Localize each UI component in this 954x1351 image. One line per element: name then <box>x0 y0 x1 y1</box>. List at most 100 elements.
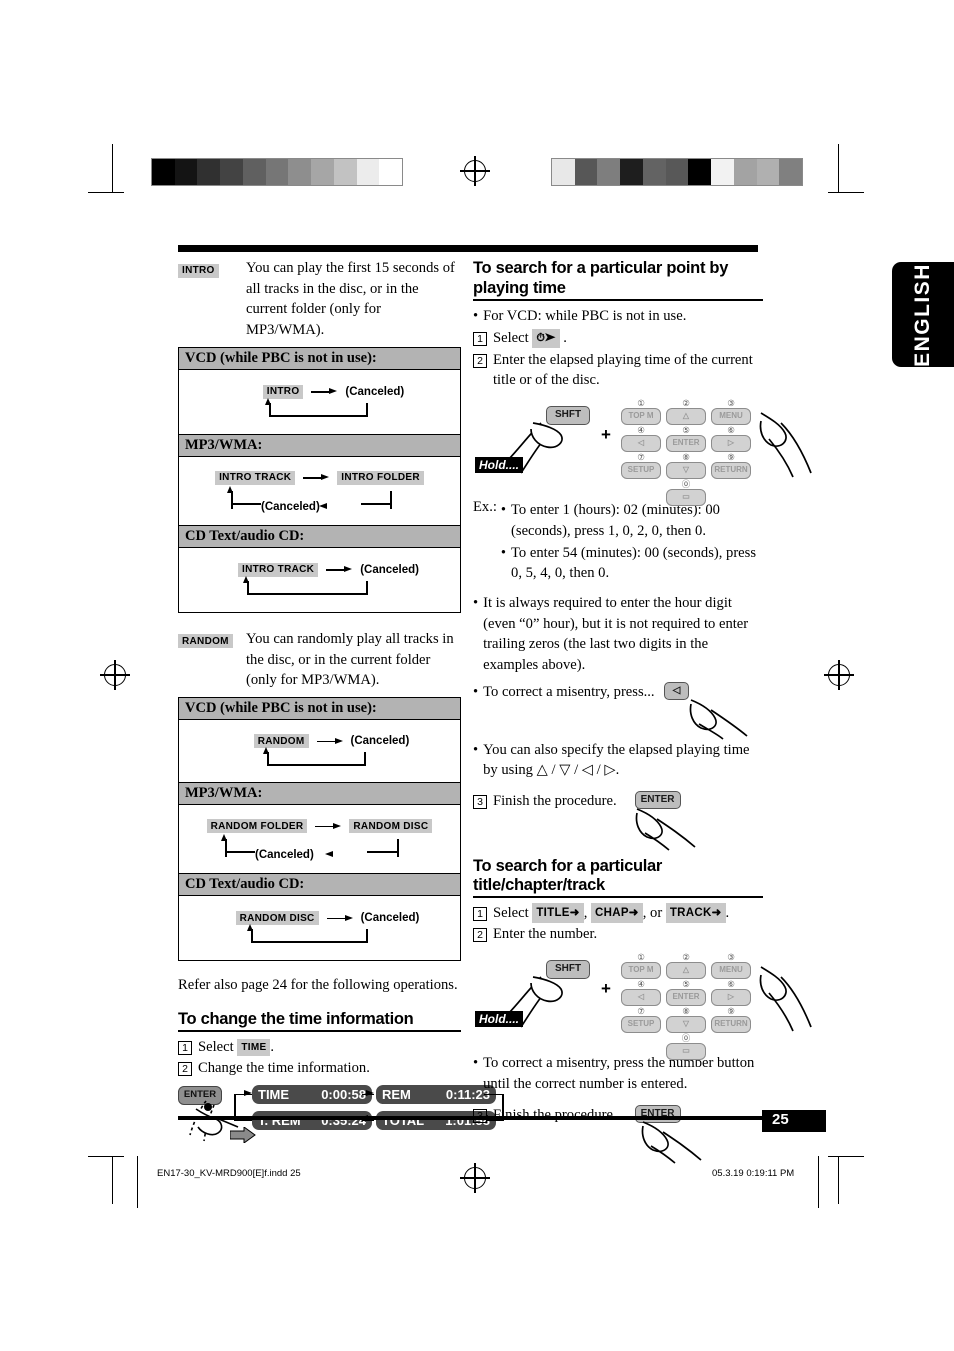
footer-rule-left <box>137 1156 139 1208</box>
keypad-key-6[interactable]: ⑥ ▷ <box>711 426 751 453</box>
step-text: Select ⏱➤ . <box>493 328 567 349</box>
search-by-time-heading: To search for a particular point by play… <box>473 258 763 302</box>
step-text: Finish the procedure. <box>493 1106 617 1123</box>
color-swatch <box>779 159 803 185</box>
keypad-key-9[interactable]: ⑨ RETURN <box>711 1007 751 1034</box>
keypad-key-1[interactable]: ① TOP M <box>621 953 661 980</box>
key-number: ⑨ <box>727 452 735 463</box>
key-number: ⑧ <box>682 452 690 463</box>
right-column: To search for a particular point by play… <box>473 258 812 1166</box>
step-text: Select TIME. <box>198 1037 274 1058</box>
color-swatch <box>356 159 380 185</box>
footer-rule <box>178 1116 826 1120</box>
keypad-row: ① TOP M ② △ ③ MENU <box>621 398 751 426</box>
time-info-step-1: 1 Select TIME. <box>178 1037 461 1058</box>
page-number: 25 <box>772 1111 789 1128</box>
key-number: ④ <box>637 425 645 436</box>
intro-row-header-cdtext: CD Text/audio CD: <box>178 524 461 548</box>
vcd-note-text: For VCD: while PBC is not in use. <box>483 308 687 325</box>
example-block: Ex.: • To enter 1 (hours): 02 (minutes):… <box>473 499 763 585</box>
key-label: RETURN <box>711 1016 751 1034</box>
hand-pointer-icon <box>759 966 812 1032</box>
vcd-note: • For VCD: while PBC is not in use. <box>473 306 763 327</box>
key-number: ⑥ <box>727 979 735 990</box>
color-swatch <box>756 159 780 185</box>
step-number: 2 <box>473 928 487 943</box>
step-text: Enter the elapsed playing time of the cu… <box>493 351 753 389</box>
keypad-key-5[interactable]: ⑤ ENTER <box>666 980 706 1007</box>
keypad-key-6[interactable]: ⑥ ▷ <box>711 979 751 1007</box>
keypad-key-7[interactable]: ⑦ SETUP <box>621 453 661 480</box>
arrow-right-icon <box>315 821 342 831</box>
key-label: TOP M <box>621 962 661 980</box>
color-swatch <box>379 159 403 185</box>
random-flow-mp3: RANDOM FOLDER RANDOM DISC (Canceled) <box>179 805 461 874</box>
intro-flow-mp3: INTRO TRACK INTRO FOLDER (Canceled) <box>179 456 461 525</box>
step-period: . <box>725 904 730 921</box>
keypad-key-9[interactable]: ⑨ RETURN <box>711 452 751 480</box>
key-label: ▭ <box>666 489 706 507</box>
flow-node: INTRO TRACK <box>238 562 319 577</box>
keypad-key-2[interactable]: ② △ <box>666 399 706 426</box>
flow-canceled: (Canceled) <box>255 849 314 862</box>
arrow-right-icon <box>316 736 343 746</box>
registration-mark-right <box>824 660 854 690</box>
flow-canceled: (Canceled) <box>360 563 419 576</box>
loop-back-line <box>185 924 454 944</box>
time-display-value: 0:00:58 <box>321 1087 366 1103</box>
key-label: ◁ <box>621 435 661 453</box>
example-label: Ex.: <box>473 499 497 516</box>
footer-timestamp: 05.3.19 0:19:11 PM <box>712 1168 795 1179</box>
key-number: ⓪ <box>681 1033 691 1044</box>
color-swatch <box>333 159 357 185</box>
chap-badge: CHAP➜ <box>591 902 643 924</box>
step-number: 3 <box>473 795 487 810</box>
keypad-row: ④ ◁ ⑤ ENTER ⑥ ▷ <box>621 425 751 453</box>
loop-back-line <box>185 397 454 417</box>
random-row-header-cdtext: CD Text/audio CD: <box>178 873 461 897</box>
footer-rule-right <box>818 1156 820 1208</box>
time-badge: TIME <box>237 1039 271 1057</box>
random-badge-wrap: RANDOM <box>178 629 236 650</box>
key-number: ⑧ <box>682 1006 690 1017</box>
color-swatch <box>597 159 621 185</box>
keypad-key-0[interactable]: ⓪ ▭ <box>666 480 706 507</box>
intro-flow-vcd: INTRO (Canceled) <box>179 369 461 434</box>
key-number: ① <box>637 398 645 409</box>
step-text-label: Select <box>198 1038 234 1055</box>
left-arrow-key[interactable]: ◁ <box>663 681 690 701</box>
manual-page: ENGLISH INTRO You can play the first 15 … <box>0 0 954 1351</box>
color-swatch <box>311 159 334 185</box>
color-swatch <box>620 159 643 185</box>
keypad-key-0[interactable]: ⓪ ▭ <box>666 1033 706 1061</box>
left-column: INTRO You can play the first 15 seconds … <box>178 258 504 1147</box>
intro-badge: INTRO <box>178 263 219 278</box>
crop-mark-bl-h <box>88 1156 124 1158</box>
bullet-dot: • <box>473 741 479 758</box>
keypad-key-4[interactable]: ④ ◁ <box>621 425 661 453</box>
example-item: • To enter 54 (minutes): 00 (seconds), p… <box>501 543 763 584</box>
key-label: ▽ <box>666 462 706 480</box>
keypad-key-7[interactable]: ⑦ SETUP <box>621 1007 661 1034</box>
keypad-key-4[interactable]: ④ ◁ <box>621 980 661 1007</box>
key-label: △ <box>666 962 706 980</box>
or-text: , or <box>642 904 666 921</box>
keypad-key-5[interactable]: ⑤ ENTER <box>666 426 706 453</box>
crop-mark-tl-h <box>88 192 124 194</box>
keypad-key-8[interactable]: ⑧ ▽ <box>666 452 706 480</box>
intro-row-header-mp3: MP3/WMA: <box>178 433 461 457</box>
key-label: ▭ <box>666 1043 706 1061</box>
sep: , <box>583 904 592 921</box>
color-swatch <box>665 159 689 185</box>
keypad-key-1[interactable]: ① TOP M <box>621 398 661 426</box>
key-label: ENTER <box>666 989 706 1007</box>
keypad-key-3[interactable]: ③ MENU <box>711 399 751 426</box>
intro-text: You can play the first 15 seconds of all… <box>246 260 455 339</box>
shift-key[interactable]: SHFT <box>546 406 590 426</box>
keypad-key-8[interactable]: ⑧ ▽ <box>666 1006 706 1034</box>
key-number: ③ <box>727 952 735 963</box>
keypad-key-3[interactable]: ③ MENU <box>711 952 751 980</box>
keypad-key-2[interactable]: ② △ <box>666 953 706 980</box>
example-text: To enter 54 (minutes): 00 (seconds), pre… <box>511 544 757 582</box>
shift-key[interactable]: SHFT <box>546 960 590 980</box>
